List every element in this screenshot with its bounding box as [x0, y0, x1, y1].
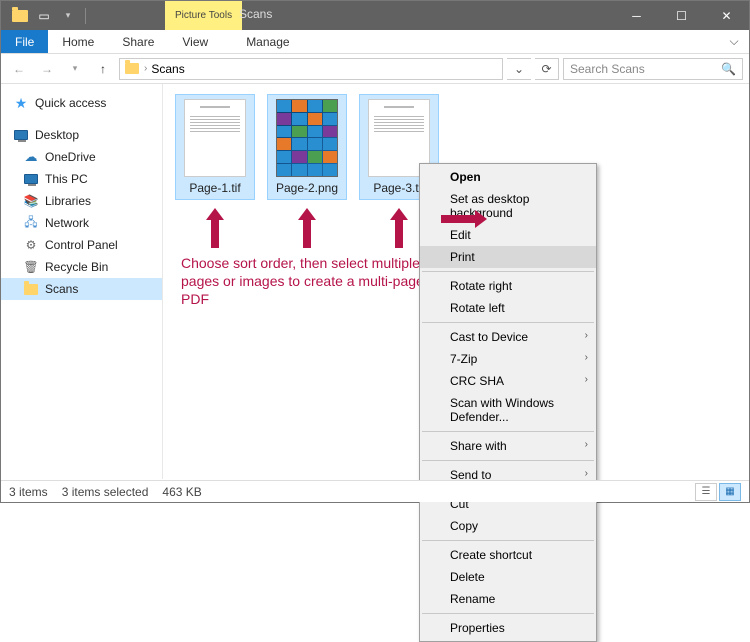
menu-item-defender[interactable]: Scan with Windows Defender... [420, 392, 596, 428]
gear-icon: ⚙ [23, 237, 39, 253]
sidebar-item-network[interactable]: 🖧 Network [1, 212, 162, 234]
menu-separator [422, 431, 594, 432]
maximize-button[interactable]: ☐ [659, 1, 704, 30]
sidebar-item-libraries[interactable]: 📚 Libraries [1, 190, 162, 212]
tab-view[interactable]: View [168, 30, 222, 53]
tab-share[interactable]: Share [108, 30, 168, 53]
arrow-up-icon [208, 208, 222, 248]
sidebar-item-quick-access[interactable]: ★ Quick access [1, 92, 162, 114]
file-item[interactable]: Page-2.png [267, 94, 347, 248]
arrow-up-icon [392, 208, 406, 248]
folder-icon[interactable] [9, 5, 31, 27]
title-bar: ▭ ▾ Picture Tools Scans ─ ☐ ✕ [1, 1, 749, 30]
up-button[interactable]: ↑ [91, 57, 115, 81]
chevron-right-icon: › [585, 439, 588, 450]
arrow-right-icon [441, 210, 487, 228]
address-dropdown-icon[interactable]: ⌄ [507, 58, 531, 80]
pc-icon [23, 171, 39, 187]
refresh-button[interactable]: ⟳ [535, 58, 559, 80]
search-icon: 🔍 [721, 62, 736, 76]
file-name: Page-1.tif [180, 181, 250, 195]
sidebar-item-control-panel[interactable]: ⚙ Control Panel [1, 234, 162, 256]
forward-button[interactable]: → [35, 57, 59, 81]
back-button[interactable]: ← [7, 57, 31, 81]
contextual-tab-label: Picture Tools [175, 11, 232, 21]
chevron-right-icon: › [585, 374, 588, 385]
status-selected-count: 3 items selected [62, 485, 149, 499]
recent-dropdown-icon[interactable]: ▾ [63, 57, 87, 81]
menu-item-properties[interactable]: Properties [420, 617, 596, 639]
menu-item-rotate-right[interactable]: Rotate right [420, 275, 596, 297]
status-bar: 3 items 3 items selected 463 KB ☰ ▦ [1, 480, 749, 502]
context-menu: Open Set as desktop background Edit Prin… [419, 163, 597, 642]
desktop-icon [13, 127, 29, 143]
ribbon-collapse-icon[interactable]: ⌵ [719, 30, 749, 53]
folder-icon [23, 281, 39, 297]
close-button[interactable]: ✕ [704, 1, 749, 30]
menu-item-print[interactable]: Print [420, 246, 596, 268]
qat-dropdown-icon[interactable]: ▾ [57, 5, 79, 27]
recycle-icon: 🗑 [23, 259, 39, 275]
details-view-button[interactable]: ☰ [695, 483, 717, 501]
thumbnails-view-button[interactable]: ▦ [719, 483, 741, 501]
menu-item-delete[interactable]: Delete [420, 566, 596, 588]
menu-separator [422, 322, 594, 323]
minimize-button[interactable]: ─ [614, 1, 659, 30]
thumbnail-document-icon [184, 99, 246, 177]
tab-file[interactable]: File [1, 30, 48, 53]
search-input[interactable]: Search Scans 🔍 [563, 58, 743, 80]
status-item-count: 3 items [9, 485, 48, 499]
quick-access-toolbar: ▭ ▾ [1, 5, 90, 27]
properties-icon[interactable]: ▭ [33, 5, 55, 27]
search-placeholder: Search Scans [570, 62, 645, 76]
status-size: 463 KB [162, 485, 201, 499]
menu-item-7zip[interactable]: 7-Zip› [420, 348, 596, 370]
menu-item-crc[interactable]: CRC SHA› [420, 370, 596, 392]
sidebar-item-onedrive[interactable]: ☁ OneDrive [1, 146, 162, 168]
contextual-tab-picture-tools[interactable]: Picture Tools [165, 1, 242, 30]
star-icon: ★ [13, 95, 29, 111]
menu-item-rename[interactable]: Rename [420, 588, 596, 610]
cloud-icon: ☁ [23, 149, 39, 165]
menu-item-cast[interactable]: Cast to Device› [420, 326, 596, 348]
menu-item-share-with[interactable]: Share with› [420, 435, 596, 457]
thumbnail-image-icon [276, 99, 338, 177]
menu-separator [422, 460, 594, 461]
window-title: Scans [239, 7, 272, 21]
sidebar-item-scans[interactable]: Scans [1, 278, 162, 300]
menu-item-open[interactable]: Open [420, 166, 596, 188]
chevron-right-icon: › [585, 352, 588, 363]
address-bar: ← → ▾ ↑ › Scans ⌄ ⟳ Search Scans 🔍 [1, 54, 749, 84]
menu-item-rotate-left[interactable]: Rotate left [420, 297, 596, 319]
breadcrumb[interactable]: › Scans [119, 58, 503, 80]
menu-separator [422, 540, 594, 541]
menu-item-create-shortcut[interactable]: Create shortcut [420, 544, 596, 566]
menu-separator [422, 613, 594, 614]
chevron-right-icon: › [144, 63, 147, 74]
annotation-text: Choose sort order, then select multiple … [181, 254, 441, 308]
navigation-pane: ★ Quick access Desktop ☁ OneDrive This P… [1, 84, 163, 479]
tab-manage[interactable]: Manage [232, 30, 303, 53]
file-item[interactable]: Page-1.tif [175, 94, 255, 248]
sidebar-item-desktop[interactable]: Desktop [1, 124, 162, 146]
menu-item-copy[interactable]: Copy [420, 515, 596, 537]
sidebar-item-recycle-bin[interactable]: 🗑 Recycle Bin [1, 256, 162, 278]
arrow-up-icon [300, 208, 314, 248]
libraries-icon: 📚 [23, 193, 39, 209]
tab-home[interactable]: Home [48, 30, 108, 53]
chevron-right-icon: › [585, 468, 588, 479]
breadcrumb-folder: Scans [151, 62, 184, 76]
menu-separator [422, 271, 594, 272]
chevron-right-icon: › [585, 330, 588, 341]
sidebar-item-this-pc[interactable]: This PC [1, 168, 162, 190]
file-name: Page-2.png [272, 181, 342, 195]
network-icon: 🖧 [23, 215, 39, 231]
ribbon-tabs: File Home Share View Manage ⌵ [1, 30, 749, 54]
